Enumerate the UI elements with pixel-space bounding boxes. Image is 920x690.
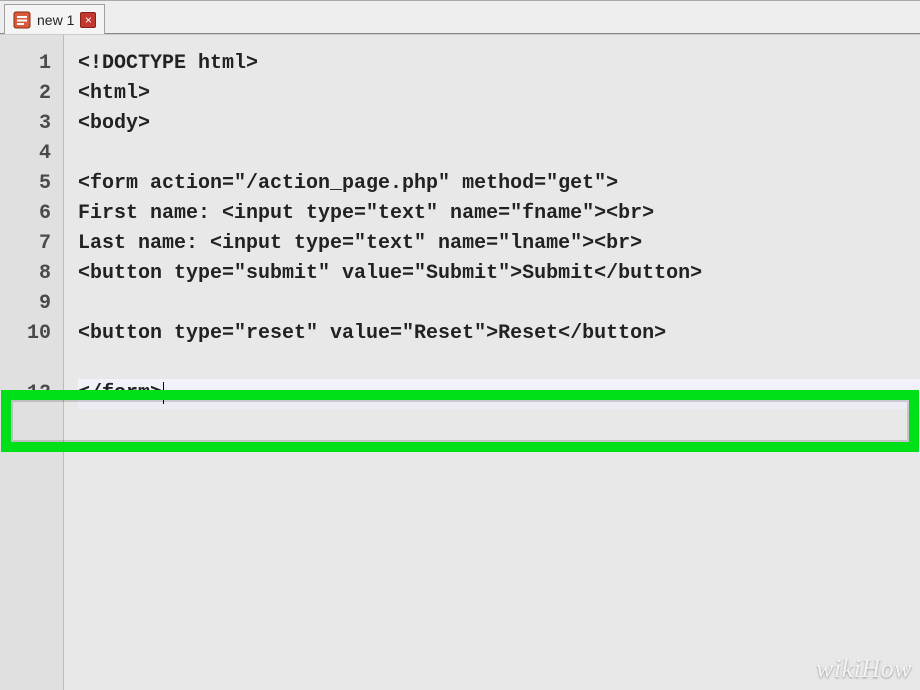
line-number: [0, 349, 63, 379]
line-number: 5: [0, 169, 63, 199]
line-number: 1: [0, 49, 63, 79]
editor[interactable]: 1234567891012 <!DOCTYPE html><html><body…: [0, 35, 920, 690]
line-number: 7: [0, 229, 63, 259]
code-area[interactable]: <!DOCTYPE html><html><body> <form action=…: [64, 35, 920, 690]
line-number: 4: [0, 139, 63, 169]
code-line[interactable]: </form>: [78, 379, 920, 409]
file-tab[interactable]: new 1 ×: [4, 4, 105, 34]
line-number-gutter: 1234567891012: [0, 35, 64, 690]
code-line[interactable]: [78, 289, 920, 319]
code-line[interactable]: Last name: <input type="text" name="lnam…: [78, 229, 920, 259]
code-line[interactable]: [78, 349, 920, 379]
file-icon: [13, 11, 31, 29]
tab-title: new 1: [37, 12, 74, 28]
code-line[interactable]: <body>: [78, 109, 920, 139]
line-number: 9: [0, 289, 63, 319]
code-line[interactable]: <!DOCTYPE html>: [78, 49, 920, 79]
close-icon[interactable]: ×: [80, 12, 96, 28]
line-number: 6: [0, 199, 63, 229]
tab-bar: new 1 ×: [0, 0, 920, 34]
code-line[interactable]: <html>: [78, 79, 920, 109]
line-number: 10: [0, 319, 63, 349]
editor-window: new 1 × 1234567891012 <!DOCTYPE html><ht…: [0, 0, 920, 690]
code-line[interactable]: <button type="submit" value="Submit">Sub…: [78, 259, 920, 289]
line-number: 12: [0, 379, 63, 409]
text-caret: [163, 382, 164, 404]
code-line[interactable]: <form action="/action_page.php" method="…: [78, 169, 920, 199]
line-number: 8: [0, 259, 63, 289]
code-line[interactable]: First name: <input type="text" name="fna…: [78, 199, 920, 229]
line-number: 2: [0, 79, 63, 109]
code-line[interactable]: [78, 139, 920, 169]
code-line[interactable]: <button type="reset" value="Reset">Reset…: [78, 319, 920, 349]
line-number: 3: [0, 109, 63, 139]
editor-body: 1234567891012 <!DOCTYPE html><html><body…: [0, 34, 920, 690]
